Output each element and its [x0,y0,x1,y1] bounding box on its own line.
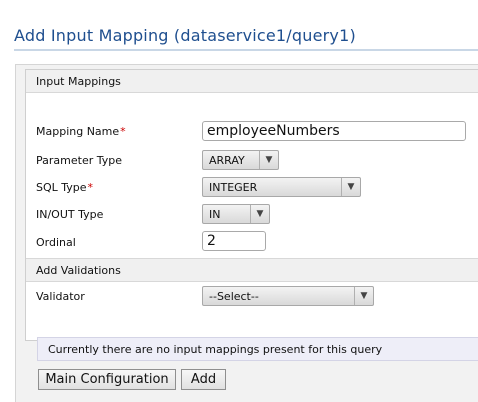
validator-value: --Select-- [209,290,259,303]
sql-type-label: SQL Type* [36,181,94,194]
chevron-down-icon: ▼ [259,151,278,169]
sql-type-select[interactable]: INTEGER ▼ [202,177,361,197]
parameter-type-label: Parameter Type [36,154,122,167]
in-out-type-label: IN/OUT Type [36,208,104,221]
add-button[interactable]: Add [181,369,226,390]
in-out-type-value: IN [209,208,221,221]
title-divider [14,49,478,51]
chevron-down-icon: ▼ [341,178,360,196]
add-validations-header: Add Validations [26,258,478,282]
mapping-name-input[interactable]: employeeNumbers [202,121,466,141]
input-mappings-title: Input Mappings [36,75,121,88]
sql-type-value: INTEGER [209,181,258,194]
parameter-type-select[interactable]: ARRAY ▼ [202,150,279,170]
validator-select[interactable]: --Select-- ▼ [202,286,374,306]
page-title: Add Input Mapping (dataservice1/query1) [14,26,356,45]
required-mark: * [120,125,126,138]
ordinal-label: Ordinal [36,236,76,249]
input-mappings-header: Input Mappings [26,70,478,93]
no-mappings-notice: Currently there are no input mappings pr… [37,337,478,361]
required-mark: * [87,181,94,194]
chevron-down-icon: ▼ [354,287,373,305]
ordinal-input[interactable]: 2 [202,231,266,251]
validator-label: Validator [36,290,85,303]
notice-text: Currently there are no input mappings pr… [48,343,383,356]
chevron-down-icon: ▼ [250,205,269,223]
in-out-type-select[interactable]: IN ▼ [202,204,270,224]
parameter-type-value: ARRAY [209,154,245,167]
page: Add Input Mapping (dataservice1/query1) … [0,0,478,402]
mapping-name-label: Mapping Name* [36,125,126,138]
add-validations-title: Add Validations [36,264,121,277]
main-configuration-button[interactable]: Main Configuration [38,369,176,390]
